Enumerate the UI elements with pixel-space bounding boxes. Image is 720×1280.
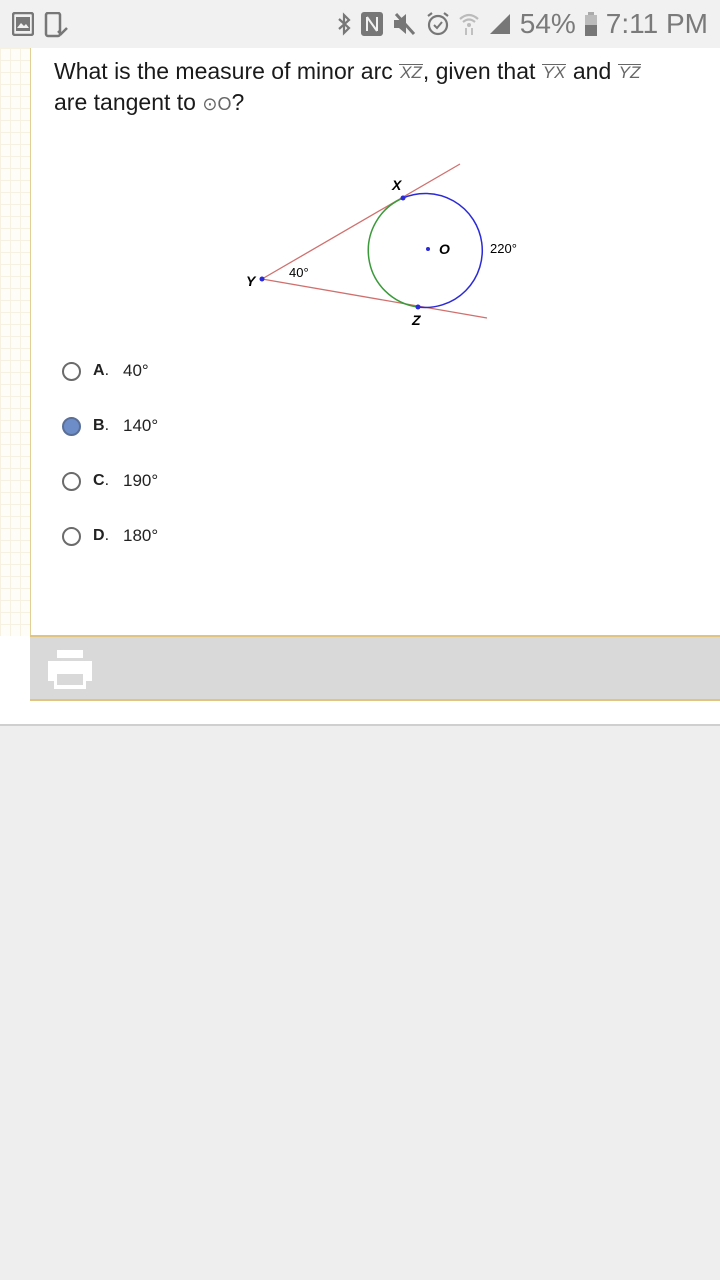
question-page: What is the measure of minor arc XZ, giv… <box>0 48 720 724</box>
radio-c[interactable] <box>62 471 81 491</box>
question-text: What is the measure of minor arc XZ, giv… <box>54 56 704 120</box>
printer-icon[interactable] <box>48 649 92 689</box>
point-x <box>400 195 406 201</box>
gallery-icon <box>12 12 34 36</box>
option-letter: D <box>93 527 105 544</box>
arc-xz: XZ <box>399 63 423 82</box>
battery-icon <box>584 12 597 36</box>
tangent-yx <box>261 163 461 280</box>
bottom-toolbar <box>30 635 720 701</box>
battery-percent: 54% <box>519 8 576 39</box>
option-c[interactable]: C. 190° <box>62 468 262 494</box>
bluetooth-icon <box>338 12 351 36</box>
segment-yz: YZ <box>617 63 642 82</box>
option-b[interactable]: B. 140° <box>62 413 262 439</box>
question-part: , given that <box>422 58 542 84</box>
option-value: 190° <box>123 471 159 490</box>
point-z <box>415 304 421 310</box>
label-o: O <box>439 241 450 257</box>
label-x: X <box>391 177 403 193</box>
circle-symbol: ⊙ <box>202 94 218 114</box>
option-letter: C <box>93 472 105 489</box>
segment-yx: YX <box>541 63 567 82</box>
mute-icon <box>393 12 415 36</box>
grid-margin <box>0 48 30 636</box>
arc-label: 220° <box>490 241 517 256</box>
circle-name: O <box>217 94 232 114</box>
phone-check-icon <box>44 12 68 38</box>
geometry-diagram: X O Y Z 40° 220° <box>246 163 517 328</box>
question-part: are tangent to <box>54 89 203 115</box>
clock: 7:11 PM <box>605 8 708 39</box>
option-letter: B <box>93 417 105 434</box>
signal-icon <box>489 14 510 34</box>
status-bar: 54% 7:11 PM <box>0 0 720 48</box>
minor-arc <box>367 197 419 308</box>
content-border <box>30 48 31 701</box>
page-divider <box>0 724 720 726</box>
wifi-icon <box>459 13 479 35</box>
option-a[interactable]: A. 40° <box>62 358 262 384</box>
radio-d[interactable] <box>62 526 81 546</box>
nfc-icon <box>360 12 383 36</box>
option-value: 40° <box>123 361 149 380</box>
option-d[interactable]: D. 180° <box>62 523 262 549</box>
option-value: 180° <box>123 526 159 545</box>
label-y: Y <box>246 273 257 289</box>
question-part: ? <box>231 89 245 115</box>
radio-b[interactable] <box>62 416 81 436</box>
label-z: Z <box>411 312 421 328</box>
radio-a[interactable] <box>62 361 81 381</box>
angle-label: 40° <box>289 265 309 280</box>
question-part: and <box>566 58 618 84</box>
question-part: What is the measure of minor arc <box>54 58 400 84</box>
center-o <box>426 247 430 251</box>
point-y <box>259 276 265 282</box>
alarm-icon <box>427 12 449 36</box>
option-letter: A <box>93 362 105 379</box>
tangent-yz <box>261 278 488 319</box>
option-value: 140° <box>123 416 159 435</box>
